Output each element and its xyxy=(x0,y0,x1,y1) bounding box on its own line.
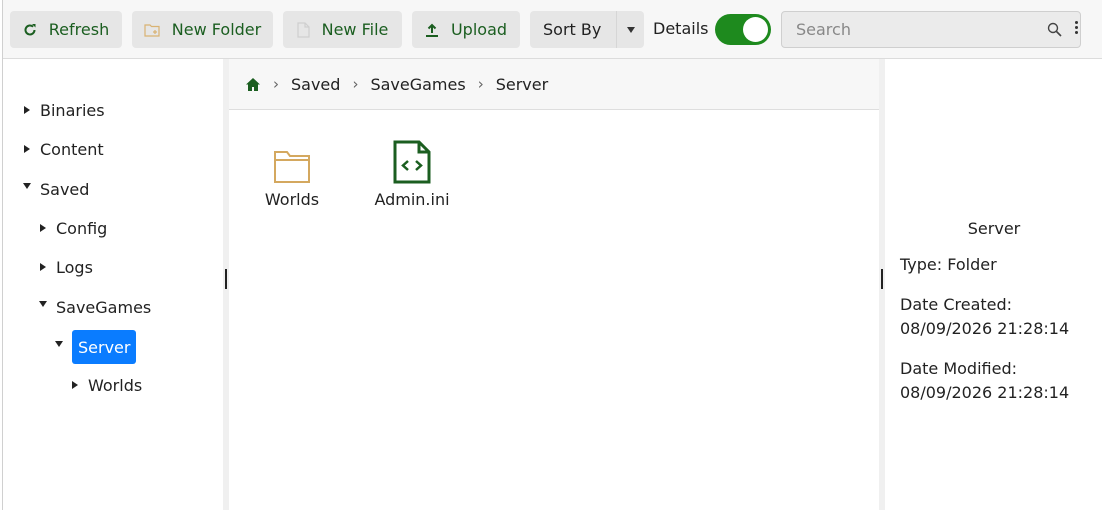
tree-item-label: Binaries xyxy=(40,100,105,120)
breadcrumb-item[interactable]: Saved xyxy=(291,75,340,94)
search-box xyxy=(781,11,1081,48)
tree-item-label: Worlds xyxy=(88,375,143,395)
new-file-icon xyxy=(297,21,310,38)
refresh-icon xyxy=(23,23,37,37)
file-item-admin-ini[interactable]: Admin.ini xyxy=(362,128,462,209)
details-toggle[interactable] xyxy=(715,14,771,45)
search-input[interactable] xyxy=(782,12,1042,47)
new-folder-button[interactable]: New Folder xyxy=(132,11,273,48)
tree-item-savegames[interactable]: SaveGames xyxy=(36,292,151,322)
toolbar: Refresh New Folder New File Upload Sort … xyxy=(3,0,1102,59)
upload-label: Upload xyxy=(450,20,508,39)
folder-icon xyxy=(242,128,342,184)
breadcrumb-item[interactable]: SaveGames xyxy=(370,75,465,94)
file-grid: Worlds Admin.ini xyxy=(229,110,879,510)
tree-item-label: Config xyxy=(56,218,108,238)
caret-right-icon[interactable] xyxy=(36,263,50,271)
new-folder-label: New Folder xyxy=(171,20,262,39)
file-name: Worlds xyxy=(264,190,320,209)
tree-item-server[interactable]: Server xyxy=(52,329,137,365)
tree-item-label: Saved xyxy=(40,179,90,199)
details-created-value: 08/09/2026 21:28:14 xyxy=(900,319,1070,338)
tree-item-content[interactable]: Content xyxy=(20,134,104,164)
refresh-label: Refresh xyxy=(48,20,110,39)
toggle-knob xyxy=(743,17,768,42)
tree-item-config[interactable]: Config xyxy=(36,213,107,243)
tree-item-label: Logs xyxy=(56,257,93,277)
file-manager-window: Refresh New Folder New File Upload Sort … xyxy=(2,0,1102,510)
details-toggle-label: Details xyxy=(653,19,709,38)
new-file-button[interactable]: New File xyxy=(283,11,402,48)
new-folder-icon xyxy=(144,23,160,37)
sort-by-dropdown[interactable]: Sort By xyxy=(530,11,644,48)
details-modified-value: 08/09/2026 21:28:14 xyxy=(900,383,1070,402)
caret-right-icon[interactable] xyxy=(36,224,50,232)
more-options-icon[interactable] xyxy=(1072,19,1080,41)
search-icon[interactable] xyxy=(1047,22,1062,41)
sort-by-label: Sort By xyxy=(543,20,602,39)
details-title: Server xyxy=(967,219,1021,238)
home-icon[interactable] xyxy=(245,77,261,92)
chevron-down-icon[interactable] xyxy=(616,11,644,48)
splitter-handle[interactable] xyxy=(225,269,227,289)
breadcrumb-separator: › xyxy=(477,75,484,93)
tree-item-label: Content xyxy=(40,139,104,159)
code-file-icon xyxy=(362,128,462,184)
tree-item-worlds[interactable]: Worlds xyxy=(68,370,142,400)
refresh-button[interactable]: Refresh xyxy=(10,11,122,48)
caret-right-icon[interactable] xyxy=(68,381,82,389)
file-item-worlds[interactable]: Worlds xyxy=(242,128,342,209)
details-panel: Server Type: Folder Date Created: 08/09/… xyxy=(885,59,1102,510)
details-created-label: Date Created: xyxy=(900,295,1013,314)
breadcrumb-item-current[interactable]: Server xyxy=(496,75,548,94)
new-file-label: New File xyxy=(321,20,389,39)
file-name: Admin.ini xyxy=(374,190,450,209)
upload-button[interactable]: Upload xyxy=(412,11,520,48)
details-type: Type: Folder xyxy=(900,255,997,274)
tree-item-logs[interactable]: Logs xyxy=(36,252,93,282)
tree-item-label: SaveGames xyxy=(56,297,152,317)
caret-right-icon[interactable] xyxy=(20,106,34,114)
tree-item-binaries[interactable]: Binaries xyxy=(20,95,105,125)
folder-tree: Binaries Content Saved Config Logs SaveG… xyxy=(3,59,223,510)
breadcrumb-separator: › xyxy=(352,75,359,93)
splitter-handle[interactable] xyxy=(881,269,883,289)
breadcrumb-separator: › xyxy=(273,75,279,93)
breadcrumb: › Saved › SaveGames › Server xyxy=(229,59,879,110)
details-modified-label: Date Modified: xyxy=(900,359,1017,378)
caret-right-icon[interactable] xyxy=(20,145,34,153)
tree-item-saved[interactable]: Saved xyxy=(20,174,89,204)
upload-icon xyxy=(425,23,439,37)
tree-item-label-selected: Server xyxy=(72,330,137,364)
